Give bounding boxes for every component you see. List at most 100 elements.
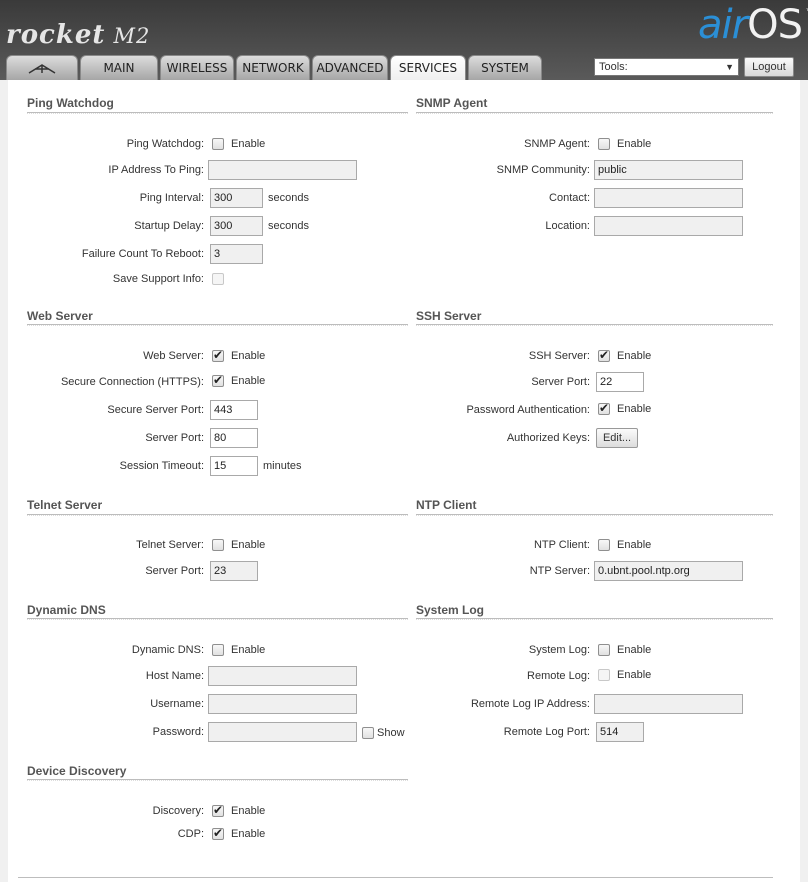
- ntp-client-label: NTP Client:: [533, 539, 590, 551]
- save-support-info-label: Save Support Info:: [112, 273, 204, 285]
- tab-wireless[interactable]: WIRELESS: [160, 55, 234, 80]
- ubiquiti-logo-icon: [28, 64, 56, 74]
- host-name-input[interactable]: [208, 666, 357, 686]
- checkmark-icon: ✔: [599, 401, 610, 415]
- system-log-enable-text: Enable: [617, 644, 652, 656]
- ntp-client-checkbox[interactable]: [598, 539, 610, 551]
- system-log-label: System Log:: [528, 644, 590, 656]
- system-log-checkbox[interactable]: [598, 644, 610, 656]
- tab-network[interactable]: NETWORK: [236, 55, 310, 80]
- remote-log-port-input[interactable]: 514: [596, 722, 644, 742]
- snmp-community-input[interactable]: public: [594, 160, 743, 180]
- tab-ubiquiti-logo[interactable]: [6, 55, 78, 80]
- telnet-server-port-label: Server Port:: [145, 565, 204, 577]
- failure-count-input[interactable]: 3: [210, 244, 263, 264]
- ip-address-to-ping-label: IP Address To Ping:: [108, 164, 204, 176]
- dynamic-dns-divider: [27, 618, 408, 620]
- session-timeout-unit: minutes: [263, 460, 302, 472]
- failure-count-label: Failure Count To Reboot:: [81, 248, 204, 260]
- contact-label: Contact:: [549, 192, 590, 204]
- ssh-server-checkbox[interactable]: ✔: [598, 348, 610, 362]
- web-server-port-label: Server Port:: [145, 432, 204, 444]
- discovery-enable-text: Enable: [231, 805, 266, 817]
- ntp-server-input[interactable]: 0.ubnt.pool.ntp.org: [594, 561, 743, 581]
- cdp-label: CDP:: [177, 828, 204, 840]
- tools-select[interactable]: Tools: ▼: [594, 58, 739, 76]
- remote-log-port-label: Remote Log Port:: [503, 726, 590, 738]
- snmp-agent-checkbox[interactable]: [598, 138, 610, 150]
- system-log-divider: [416, 618, 773, 620]
- tab-main[interactable]: MAIN: [80, 55, 158, 80]
- checkmark-icon: ✔: [213, 348, 224, 362]
- remote-log-ip-input[interactable]: [594, 694, 743, 714]
- device-discovery-divider: [27, 779, 408, 781]
- telnet-server-checkbox[interactable]: [212, 539, 224, 551]
- chevron-down-icon: ▼: [725, 62, 734, 72]
- web-server-checkbox[interactable]: ✔: [212, 348, 224, 362]
- ping-watchdog-title: Ping Watchdog: [27, 96, 114, 110]
- airos-logo-air: air: [698, 2, 748, 48]
- ssh-server-port-label: Server Port:: [531, 376, 590, 388]
- username-input[interactable]: [208, 694, 357, 714]
- snmp-community-label: SNMP Community:: [496, 164, 590, 176]
- ssh-server-label: SSH Server:: [528, 350, 590, 362]
- host-name-label: Host Name:: [145, 670, 204, 682]
- telnet-server-label: Telnet Server:: [136, 539, 204, 551]
- ping-interval-unit: seconds: [268, 192, 309, 204]
- remote-log-checkbox[interactable]: [598, 669, 610, 681]
- ntp-client-divider: [416, 514, 773, 516]
- authorized-keys-label: Authorized Keys:: [506, 432, 590, 444]
- https-label: Secure Connection (HTTPS):: [60, 376, 204, 388]
- ssh-server-port-input[interactable]: 22: [596, 372, 644, 392]
- ntp-client-title: NTP Client: [416, 498, 477, 512]
- web-server-divider: [27, 324, 408, 326]
- web-server-label: Web Server:: [143, 350, 204, 362]
- dynamic-dns-title: Dynamic DNS: [27, 603, 106, 617]
- telnet-server-port-input[interactable]: 23: [210, 561, 258, 581]
- checkmark-icon: ✔: [213, 373, 224, 387]
- telnet-server-divider: [27, 514, 408, 516]
- ntp-server-label: NTP Server:: [529, 565, 590, 577]
- tab-advanced[interactable]: ADVANCED: [312, 55, 388, 80]
- startup-delay-label: Startup Delay:: [134, 220, 204, 232]
- session-timeout-input[interactable]: 15: [210, 456, 258, 476]
- password-auth-checkbox[interactable]: ✔: [598, 401, 610, 415]
- header-bar: rocket M2 airOS ™ MAIN WIRELESS NETWORK A…: [0, 0, 808, 81]
- https-enable-text: Enable: [231, 375, 266, 387]
- tab-system[interactable]: SYSTEM: [468, 55, 542, 80]
- password-auth-enable-text: Enable: [617, 403, 652, 415]
- airos-logo-os: OS: [747, 2, 803, 48]
- dynamic-dns-checkbox[interactable]: [212, 644, 224, 656]
- cdp-checkbox[interactable]: ✔: [212, 826, 224, 840]
- location-input[interactable]: [594, 216, 743, 236]
- startup-delay-input[interactable]: 300: [210, 216, 263, 236]
- ping-interval-input[interactable]: 300: [210, 188, 263, 208]
- secure-server-port-input[interactable]: 443: [210, 400, 258, 420]
- show-password-checkbox[interactable]: [362, 727, 374, 739]
- logout-button[interactable]: Logout: [744, 57, 794, 77]
- discovery-checkbox[interactable]: ✔: [212, 803, 224, 817]
- checkmark-icon: ✔: [599, 348, 610, 362]
- password-auth-label: Password Authentication:: [466, 404, 590, 416]
- web-server-port-input[interactable]: 80: [210, 428, 258, 448]
- username-label: Username:: [150, 698, 204, 710]
- cdp-enable-text: Enable: [231, 828, 266, 840]
- secure-server-port-label: Secure Server Port:: [107, 404, 204, 416]
- remote-log-enable-text: Enable: [617, 669, 652, 681]
- checkmark-icon: ✔: [213, 803, 224, 817]
- web-server-enable-text: Enable: [231, 350, 266, 362]
- ip-address-to-ping-input[interactable]: [208, 160, 357, 180]
- save-support-info-checkbox[interactable]: [212, 273, 224, 285]
- edit-keys-button[interactable]: Edit...: [596, 428, 638, 448]
- location-label: Location:: [545, 220, 590, 232]
- password-input[interactable]: [208, 722, 357, 742]
- checkmark-icon: ✔: [213, 826, 224, 840]
- airos-logo: airOS ™: [698, 2, 808, 48]
- dynamic-dns-enable-text: Enable: [231, 644, 266, 656]
- snmp-agent-enable-text: Enable: [617, 138, 652, 150]
- tab-services[interactable]: SERVICES: [390, 55, 466, 81]
- ping-watchdog-label: Ping Watchdog:: [126, 138, 204, 150]
- https-checkbox[interactable]: ✔: [212, 373, 224, 387]
- contact-input[interactable]: [594, 188, 743, 208]
- ping-watchdog-checkbox[interactable]: [212, 138, 224, 150]
